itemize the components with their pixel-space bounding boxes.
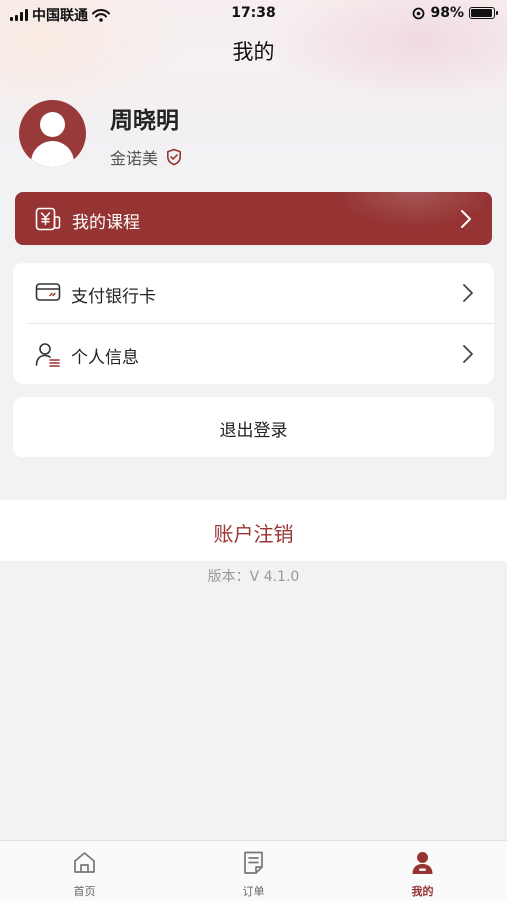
tab-label: 订单 [242, 885, 265, 898]
battery-percent: 98% [430, 5, 464, 21]
avatar-body-shape [31, 141, 74, 167]
orientation-lock-icon [413, 7, 425, 19]
user-profile-icon [412, 852, 433, 874]
bottom-tab-bar: 首页 订单 我的 [0, 840, 507, 901]
tab-label: 首页 [73, 885, 96, 898]
menu-item-personal-info[interactable]: 个人信息 [13, 324, 494, 384]
chevron-right-icon [461, 210, 471, 228]
user-organization: 金诺美 [110, 145, 182, 169]
logout-label: 退出登录 [219, 421, 288, 441]
menu-item-label: 个人信息 [71, 348, 139, 368]
my-courses-button[interactable]: 我的课程 [15, 192, 492, 245]
menu-item-bank-card[interactable]: 支付银行卡 [13, 263, 494, 323]
order-document-icon [244, 851, 263, 874]
account-cancel-button[interactable]: 账户注销 [0, 500, 507, 561]
user-info-icon [35, 343, 60, 367]
my-courses-label: 我的课程 [72, 213, 140, 233]
status-bar: 中国联通 17:38 98% [0, 0, 507, 28]
page-title: 我的 [232, 40, 275, 64]
status-right: 98% [412, 5, 498, 21]
organization-name: 金诺美 [110, 149, 159, 168]
chevron-right-icon [463, 345, 473, 363]
settings-menu-card: 支付银行卡 个人信息 [13, 263, 494, 384]
avatar-head-shape [40, 112, 65, 137]
home-icon [74, 852, 95, 873]
menu-item-label: 支付银行卡 [71, 287, 156, 307]
battery-icon [469, 7, 498, 19]
course-fee-icon [35, 207, 61, 231]
shield-check-icon [167, 148, 182, 166]
tab-orders[interactable]: 订单 [169, 841, 338, 901]
battery-fill [471, 9, 492, 17]
version-text: 版本：V 4.1.0 [207, 569, 300, 585]
account-cancel-label: 账户注销 [213, 522, 294, 546]
chevron-right-icon [463, 284, 473, 302]
tab-home[interactable]: 首页 [0, 841, 169, 901]
header-background [0, 0, 507, 200]
avatar[interactable] [19, 100, 86, 167]
tab-label: 我的 [411, 885, 434, 898]
logout-button[interactable]: 退出登录 [13, 397, 494, 457]
bank-card-icon [35, 283, 61, 301]
tab-mine[interactable]: 我的 [338, 841, 507, 901]
user-name: 周晓明 [110, 108, 179, 134]
